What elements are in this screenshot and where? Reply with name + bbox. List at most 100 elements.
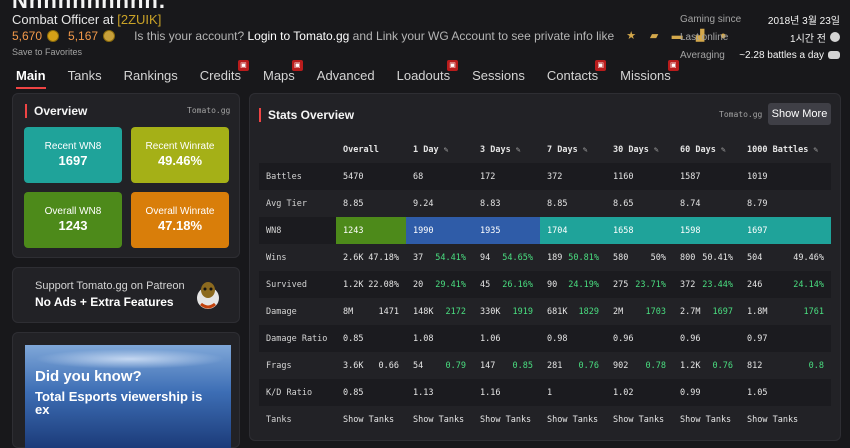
patreon-banner[interactable]: Support Tomato.gg on Patreon No Ads + Ex…	[12, 267, 240, 323]
averaging-value: ~2.28 battles a day	[739, 49, 824, 61]
stats-title: Stats Overview	[259, 108, 354, 122]
row-label: Frags	[266, 360, 292, 371]
patreon-line1: Support Tomato.gg on Patreon	[35, 280, 185, 292]
stat-rate: 0.8	[808, 360, 824, 371]
edit-icon[interactable]: ✎	[516, 145, 521, 154]
stat-rate: 47.18%	[368, 252, 399, 263]
ad-image[interactable]: Did you know? Total Esports viewership i…	[25, 345, 231, 448]
stat-rate: 24.19%	[568, 279, 599, 290]
show-more-button[interactable]: Show More	[768, 103, 831, 125]
overview-title: Overview	[25, 104, 87, 118]
col-1000-battles[interactable]: 1000 Battles ✎	[740, 136, 831, 163]
averaging-label: Averaging	[680, 49, 725, 61]
row-label: Wins	[266, 252, 287, 263]
stat-rate: 49.46%	[793, 252, 824, 263]
stat-pair: 2.7M 1697	[680, 307, 733, 317]
stat-cell: 1598	[673, 217, 740, 244]
stat-count: 3.6K	[343, 360, 364, 371]
stat-count: 275	[613, 279, 629, 290]
ad-panel: Did you know? Total Esports viewership i…	[12, 332, 240, 448]
show-tanks-link[interactable]: Show Tanks	[606, 406, 673, 433]
clan-tag[interactable]: [2ZUIK]	[117, 12, 161, 27]
tank-icon: ▰	[649, 30, 659, 42]
stat-cell: 0.96	[606, 325, 673, 352]
save-to-favorites-link[interactable]: Save to Favorites	[12, 47, 82, 57]
col-1-day[interactable]: 1 Day ✎	[406, 136, 473, 163]
tab-tanks[interactable]: Tanks	[68, 68, 102, 89]
edit-icon[interactable]: ✎	[721, 145, 726, 154]
row-label: Damage Ratio	[259, 325, 336, 352]
stat-pair: 281 0.76	[547, 361, 599, 371]
stat-cell: 2M 1703	[606, 298, 673, 325]
edit-icon[interactable]: ✎	[583, 145, 588, 154]
show-tanks-link[interactable]: Show Tanks	[540, 406, 606, 433]
stat-count: 54	[413, 360, 424, 371]
row-label: Tanks	[266, 414, 292, 425]
show-tanks-link[interactable]: Show Tanks	[336, 406, 406, 433]
col-7-days[interactable]: 7 Days ✎	[540, 136, 606, 163]
stat-pair: 3.6K 0.66	[343, 361, 399, 371]
last-online-label: Last online	[680, 31, 729, 43]
stat-cell: 8.79	[747, 198, 768, 209]
login-link[interactable]: Login to Tomato.gg	[247, 29, 349, 43]
ad-light-glow	[35, 349, 225, 369]
stat-count: 580	[613, 252, 629, 263]
stat-cell: 580 50%	[606, 244, 673, 271]
stat-rate: 54.65%	[502, 252, 533, 263]
stat-pair: 54 0.79	[413, 361, 466, 371]
stat-rate: 1703	[645, 306, 666, 317]
stat-count: 147	[480, 360, 496, 371]
tab-maps[interactable]: Maps ▣	[263, 60, 303, 89]
stat-rate: 1761	[803, 306, 824, 317]
tab-label: Credits	[199, 68, 241, 83]
col-label: 30 Days	[613, 144, 649, 155]
stat-rate: 0.85	[512, 360, 533, 371]
stat-rate: 23.44%	[702, 279, 733, 290]
tab-advanced[interactable]: Advanced	[317, 68, 375, 89]
claim-suffix: and Link your WG Account to see private …	[352, 29, 615, 43]
stat-cell: 54 0.79	[406, 352, 473, 379]
tab-contacts[interactable]: Contacts ▣	[546, 60, 607, 89]
show-tanks-link[interactable]: Show Tanks	[740, 406, 831, 433]
col-3-days[interactable]: 3 Days ✎	[473, 136, 540, 163]
stat-cell: 8.65	[613, 198, 634, 209]
show-tanks-link[interactable]: Show Tanks	[406, 406, 473, 433]
stat-cell: 0.85	[336, 379, 406, 406]
stat-cell: 20 29.41%	[406, 271, 473, 298]
show-tanks-link[interactable]: Show Tanks	[673, 406, 740, 433]
tab-label: Contacts	[546, 68, 599, 83]
col-label: 1000 Battles	[747, 144, 809, 155]
edit-icon[interactable]: ✎	[444, 145, 449, 154]
stat-cell: 1.02	[606, 379, 673, 406]
stat-count: 37	[413, 252, 424, 263]
stat-pair: 8M 1471	[343, 307, 399, 317]
stat-cell: 2.7M 1697	[673, 298, 740, 325]
edit-icon[interactable]: ✎	[814, 145, 819, 154]
stat-count: 8M	[343, 306, 354, 317]
stats-row-wn8: WN8 1243 1990 1935 1704 1658 1598 1697	[259, 217, 831, 244]
ad-headline: Did you know?	[35, 368, 142, 385]
tab-missions[interactable]: Missions ▣	[620, 60, 679, 89]
tab-rankings[interactable]: Rankings	[124, 68, 178, 89]
tab-main[interactable]: Main	[16, 68, 46, 89]
col-60-days[interactable]: 60 Days ✎	[673, 136, 740, 163]
recent-winrate-tile: Recent Winrate 49.46%	[131, 127, 229, 183]
stat-cell: 5470	[336, 163, 406, 190]
stat-cell: 0.96	[673, 325, 740, 352]
stat-pair: 580 50%	[613, 253, 666, 263]
stat-count: 148K	[413, 306, 434, 317]
stat-cell: 1160	[606, 163, 673, 190]
row-label: Survived	[259, 271, 336, 298]
tab-sessions[interactable]: Sessions	[472, 68, 525, 89]
stat-cell: 1.16	[473, 379, 540, 406]
stat-count: 2M	[613, 306, 624, 317]
tab-loadouts[interactable]: Loadouts ▣	[397, 60, 459, 89]
stat-cell: 0.98	[540, 325, 606, 352]
tab-credits[interactable]: Credits ▣	[199, 60, 249, 89]
show-tanks-link[interactable]: Show Tanks	[473, 406, 540, 433]
col-30-days[interactable]: 30 Days ✎	[606, 136, 673, 163]
stat-cell: 1019	[740, 163, 831, 190]
stat-rate: 29.41%	[435, 279, 466, 290]
edit-icon[interactable]: ✎	[654, 145, 659, 154]
overall-winrate-tile: Overall Winrate 47.18%	[131, 192, 229, 248]
